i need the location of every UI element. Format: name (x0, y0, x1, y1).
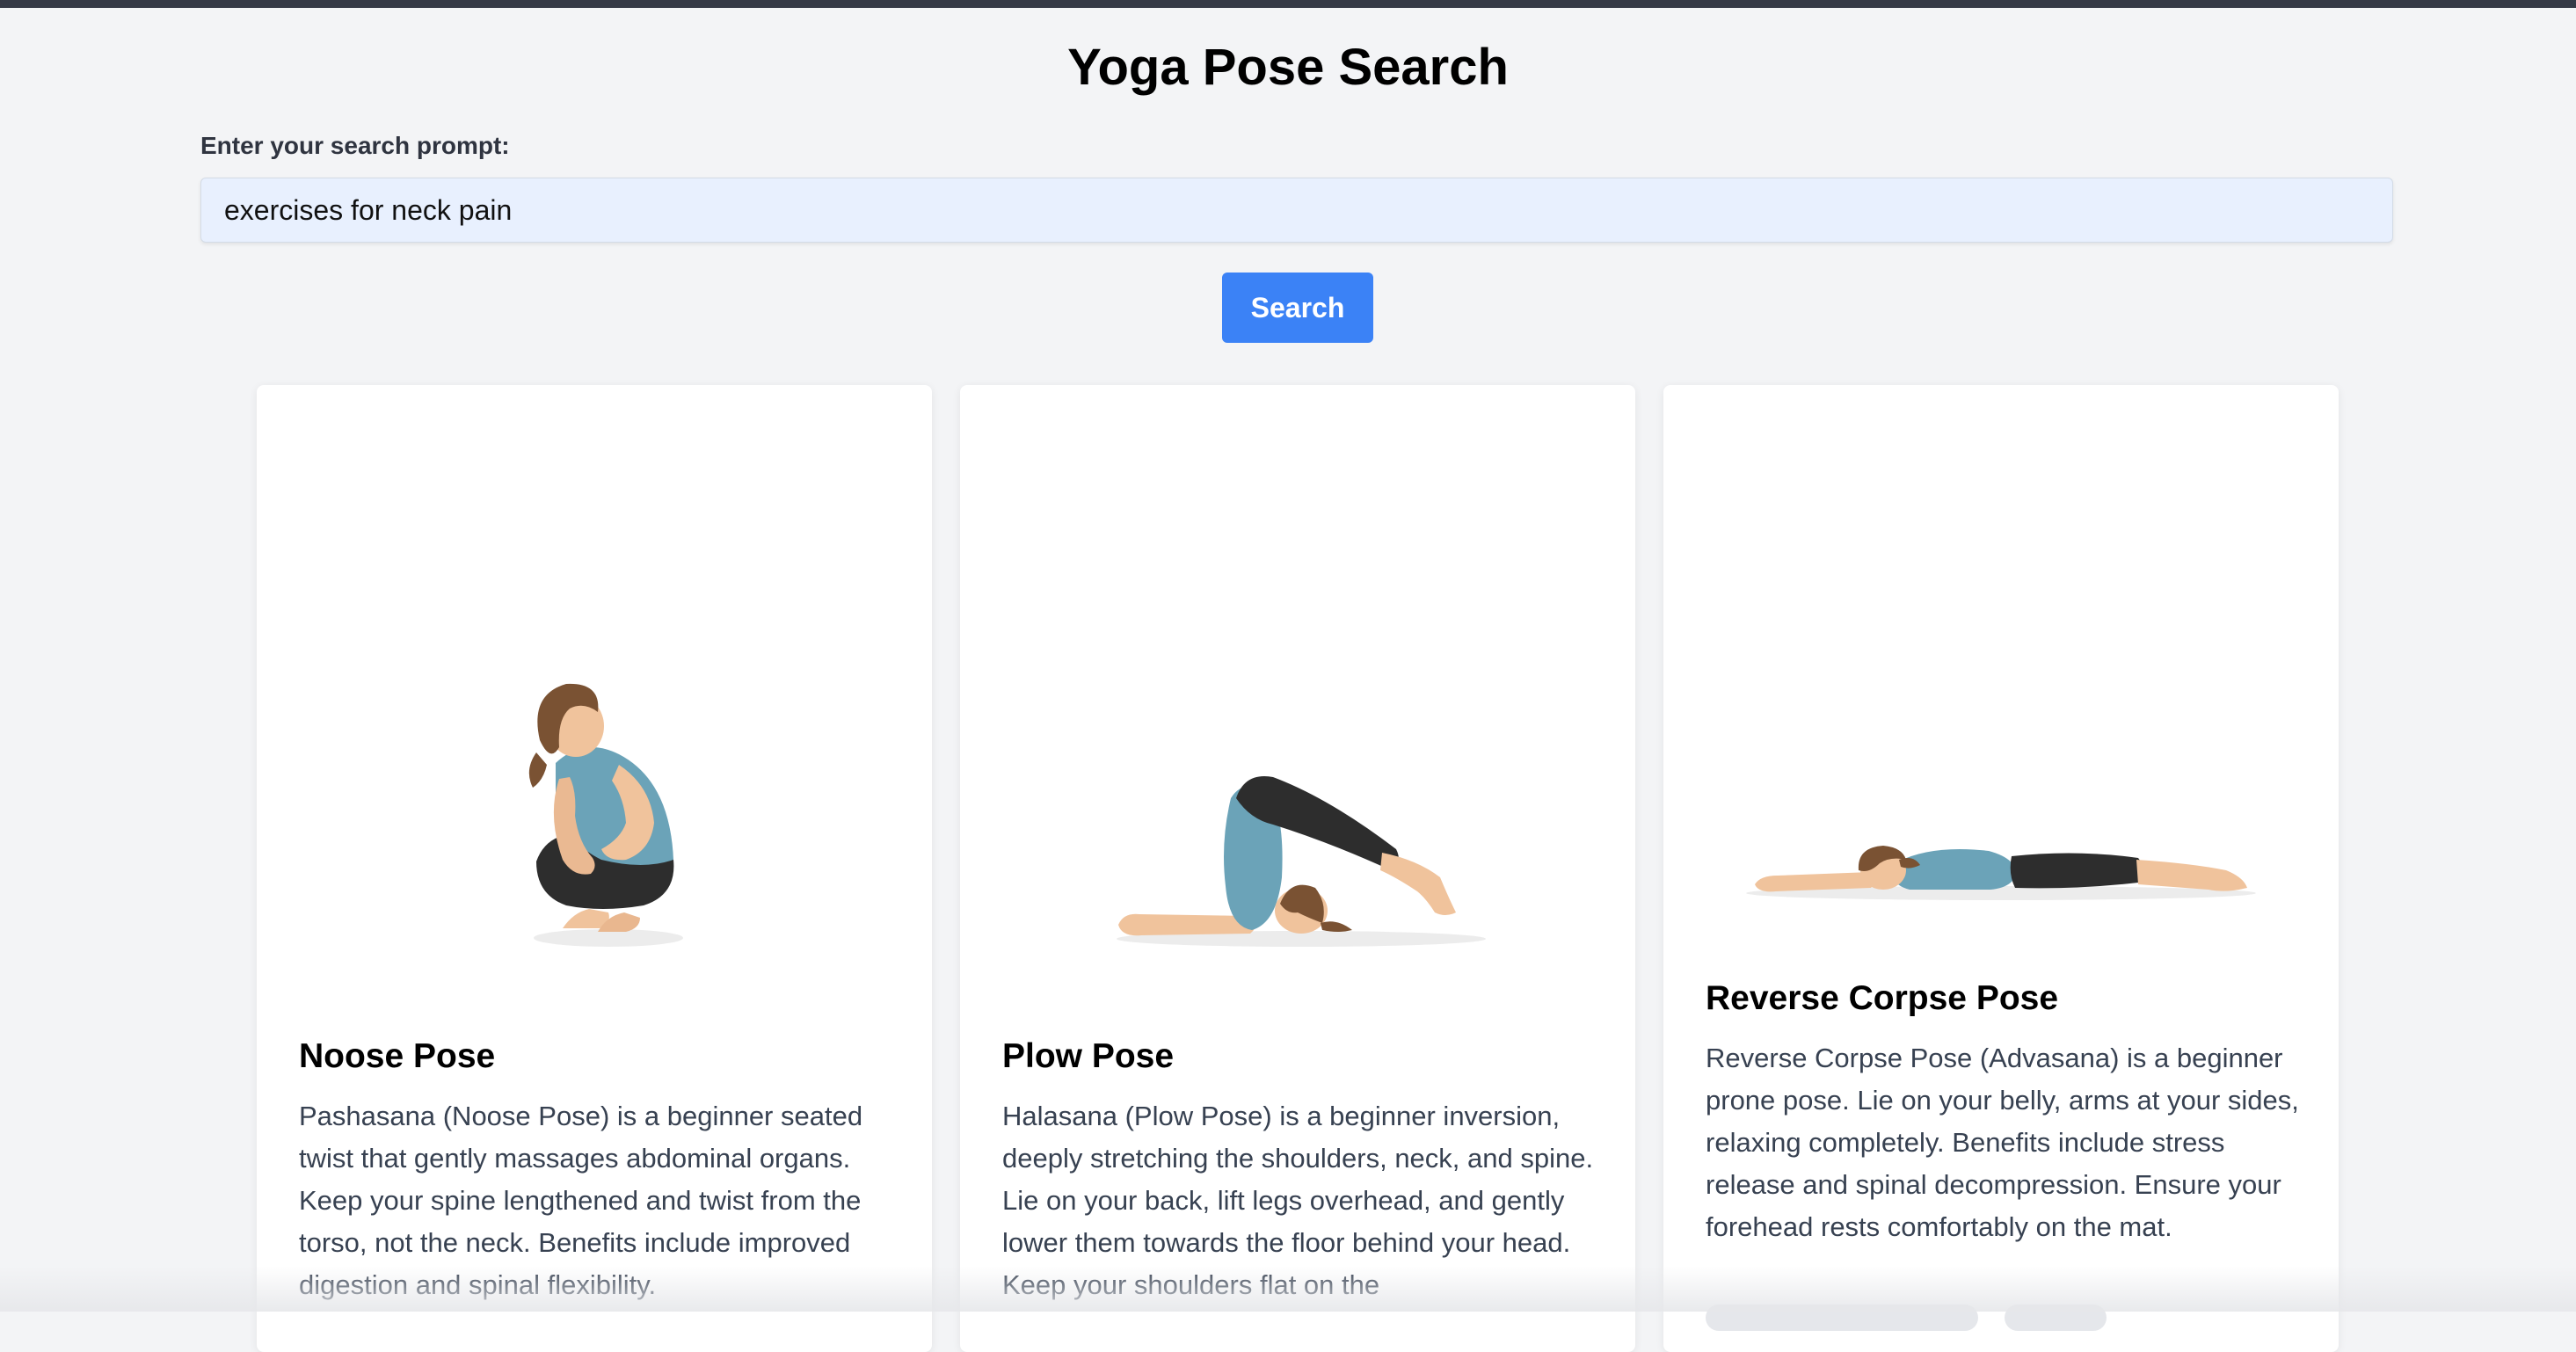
search-button[interactable]: Search (1222, 273, 1373, 343)
result-card[interactable]: Plow Pose Halasana (Plow Pose) is a begi… (960, 385, 1635, 1352)
card-title: Reverse Corpse Pose (1706, 979, 2059, 1017)
reverse-corpse-pose-illustration (1746, 846, 2256, 900)
card-title: Noose Pose (299, 1037, 496, 1075)
plow-pose-illustration (1117, 776, 1486, 947)
result-card[interactable]: Noose Pose Pashasana (Noose Pose) is a b… (257, 385, 932, 1352)
search-prompt-label: Enter your search prompt: (200, 132, 510, 159)
noose-pose-illustration (528, 683, 683, 947)
card-title: Plow Pose (1002, 1037, 1175, 1075)
top-bar (0, 0, 2576, 8)
page-title: Yoga Pose Search (1067, 39, 1509, 96)
search-input[interactable] (200, 178, 2393, 243)
result-card[interactable]: Reverse Corpse Pose Reverse Corpse Pose … (1663, 385, 2339, 1352)
card-description: Reverse Corpse Pose (Advasana) is a begi… (1706, 1043, 2299, 1242)
bottom-fade (0, 1266, 2576, 1312)
